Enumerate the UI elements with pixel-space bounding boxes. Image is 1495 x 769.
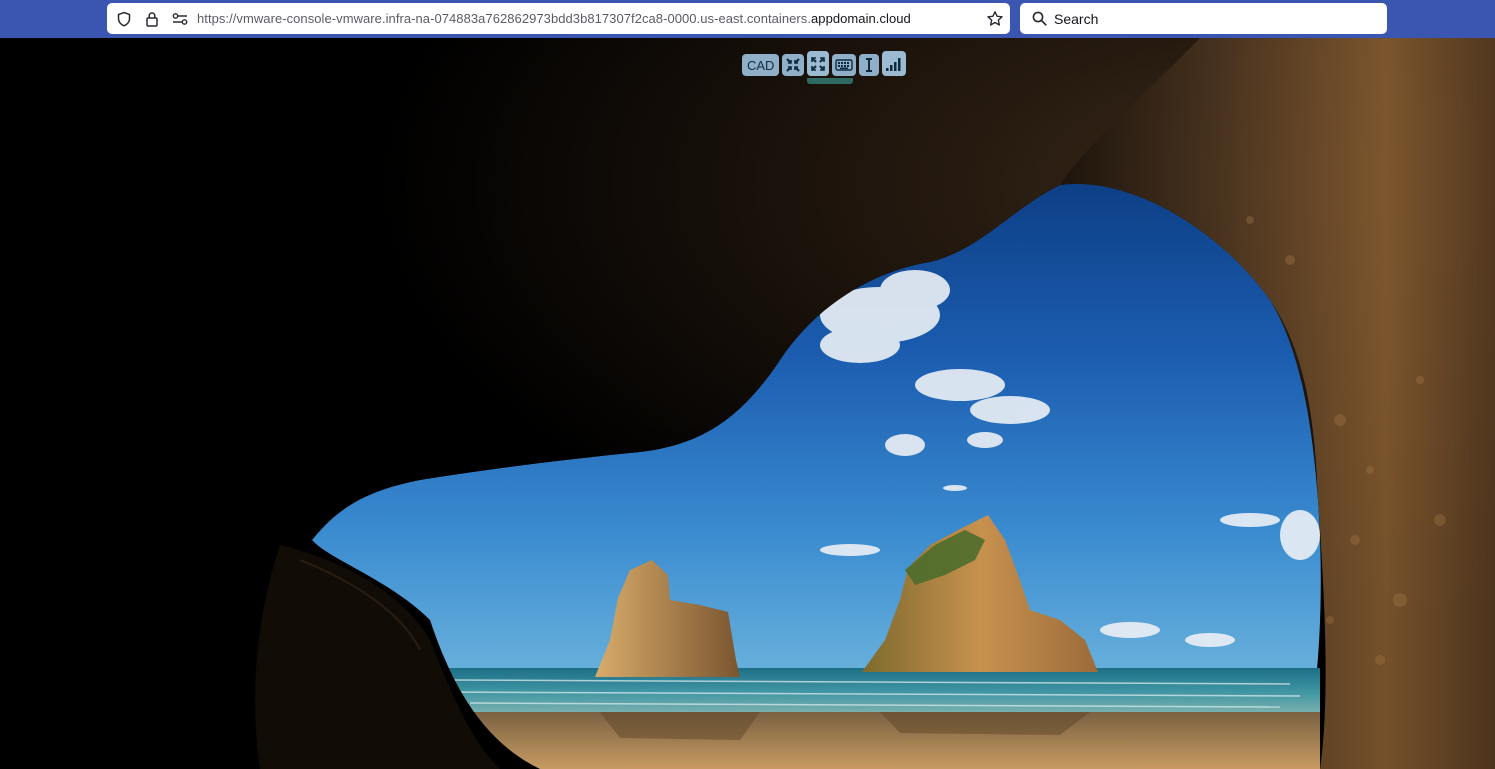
keyboard-icon bbox=[835, 59, 854, 71]
permissions-icon[interactable] bbox=[171, 10, 189, 28]
fullscreen-button[interactable] bbox=[807, 51, 830, 76]
shield-icon[interactable] bbox=[115, 10, 133, 28]
search-field[interactable]: Search bbox=[1020, 3, 1387, 34]
fit-to-window-icon bbox=[786, 58, 801, 72]
ctrl-alt-del-button[interactable]: CAD bbox=[742, 54, 780, 76]
browser-toolbar: https://vmware-console-vmware.infra-na-0… bbox=[0, 0, 1495, 38]
url-text: https://vmware-console-vmware.infra-na-0… bbox=[197, 11, 980, 26]
keyboard-button[interactable] bbox=[832, 54, 857, 76]
address-bar[interactable]: https://vmware-console-vmware.infra-na-0… bbox=[107, 3, 1010, 34]
remote-desktop-canvas[interactable] bbox=[0, 38, 1495, 769]
url-prefix: https://vmware-console-vmware.infra-na-0… bbox=[197, 11, 812, 26]
fullscreen-icon bbox=[811, 56, 826, 71]
search-placeholder: Search bbox=[1054, 10, 1099, 27]
desktop-wallpaper bbox=[0, 38, 1495, 769]
connection-quality-icon bbox=[886, 57, 901, 71]
search-icon bbox=[1030, 10, 1048, 28]
toolbar-drag-handle[interactable] bbox=[807, 78, 853, 84]
bookmark-star-icon[interactable] bbox=[986, 10, 1004, 28]
cursor-icon bbox=[866, 58, 873, 72]
url-domain: appdomain.cloud bbox=[811, 11, 911, 26]
cursor-button[interactable] bbox=[859, 54, 880, 76]
console-toolbar: CAD bbox=[742, 51, 907, 77]
lock-icon[interactable] bbox=[143, 10, 161, 28]
connection-quality-button[interactable] bbox=[882, 51, 907, 76]
fit-to-window-button[interactable] bbox=[782, 54, 805, 76]
